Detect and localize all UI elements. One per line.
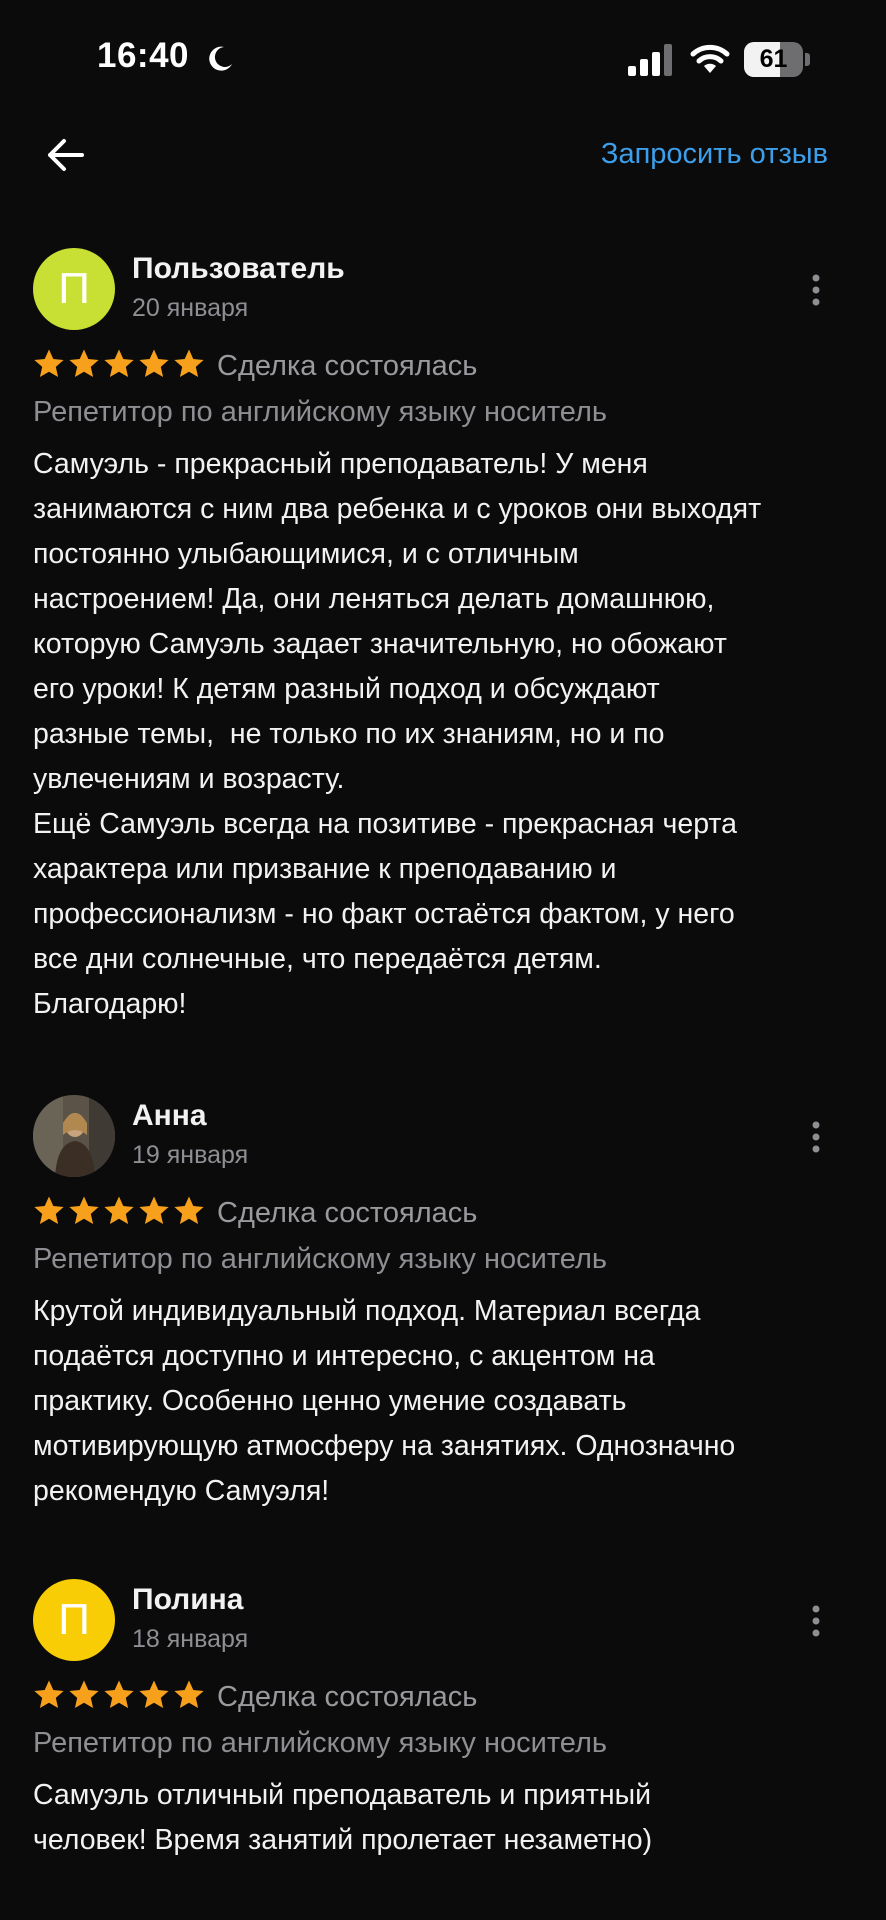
request-review-button[interactable]: Запросить отзыв [601, 138, 828, 171]
reviewer-name: Полина [132, 1583, 244, 1616]
avatar: П [33, 248, 115, 330]
more-options-icon[interactable] [804, 270, 828, 310]
moon-icon [209, 46, 232, 71]
reviewer-name: Пользователь [132, 252, 345, 285]
star-icon [174, 349, 204, 377]
star-icon [139, 1680, 169, 1708]
deal-status: Сделка состоялась [217, 1681, 478, 1713]
avatar-letter: П [58, 1595, 90, 1644]
reviewer-name: Анна [132, 1099, 207, 1132]
rating-stars [33, 1195, 205, 1231]
star-icon [69, 349, 99, 377]
service-name: Репетитор по английскому языку носитель [33, 1243, 607, 1275]
star-icon [69, 1196, 99, 1224]
review-text: Самуэль - прекрасный преподаватель! У ме… [33, 448, 762, 1020]
star-icon [104, 1196, 134, 1224]
review-text: Крутой индивидуальный подход. Материал в… [33, 1295, 736, 1507]
service-name: Репетитор по английскому языку носитель [33, 396, 607, 428]
status-bar: 16:40 61 [0, 0, 886, 120]
star-icon [139, 349, 169, 377]
deal-status: Сделка состоялась [217, 350, 478, 382]
battery-level: 61 [759, 45, 788, 73]
deal-status: Сделка состоялась [217, 1197, 478, 1229]
wifi-icon [690, 44, 730, 73]
battery-icon: 61 [744, 42, 810, 77]
status-time: 16:40 [97, 36, 190, 75]
cellular-signal-icon [628, 44, 672, 76]
avatar-letter: П [58, 264, 90, 313]
star-icon [139, 1196, 169, 1224]
review-date: 19 января [132, 1141, 249, 1169]
more-options-icon[interactable] [804, 1601, 828, 1641]
review-date: 20 января [132, 294, 249, 322]
star-icon [69, 1680, 99, 1708]
star-icon [104, 349, 134, 377]
star-icon [174, 1680, 204, 1708]
rating-stars [33, 1679, 205, 1715]
star-icon [34, 349, 64, 377]
star-icon [174, 1196, 204, 1224]
star-icon [34, 1680, 64, 1708]
more-options-icon[interactable] [804, 1117, 828, 1157]
star-icon [34, 1196, 64, 1224]
rating-stars [33, 348, 205, 384]
star-icon [104, 1680, 134, 1708]
avatar [33, 1095, 115, 1177]
review-date: 18 января [132, 1625, 249, 1653]
review-text: Самуэль отличный преподаватель и приятны… [33, 1779, 653, 1856]
service-name: Репетитор по английскому языку носитель [33, 1727, 607, 1759]
avatar: П [33, 1579, 115, 1661]
arrow-left-icon[interactable] [42, 133, 90, 177]
user-photo [33, 1095, 115, 1177]
